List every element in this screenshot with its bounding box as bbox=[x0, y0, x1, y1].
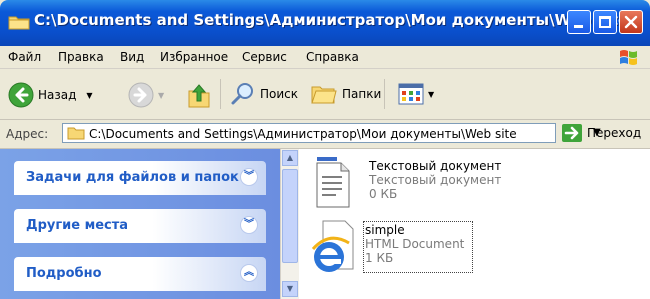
file-name: simple bbox=[365, 223, 405, 237]
address-bar: Адрес: C:\Documents and Settings\Админис… bbox=[0, 120, 650, 149]
address-input[interactable]: C:\Documents and Settings\Администратор\… bbox=[62, 123, 601, 143]
search-label: Поиск bbox=[260, 87, 299, 101]
task-pane: Задачи для файлов и папок ︾ Другие места… bbox=[0, 149, 280, 299]
chevron-down-icon[interactable]: ︾ bbox=[240, 168, 258, 186]
panel-other-places[interactable]: Другие места ︾ bbox=[14, 209, 266, 243]
close-icon bbox=[624, 15, 638, 29]
scroll-thumb[interactable] bbox=[282, 169, 298, 263]
back-button[interactable]: Назад ▼ bbox=[8, 82, 93, 108]
menu-bar: Файл Правка Вид Избранное Сервис Справка bbox=[0, 46, 650, 69]
views-button[interactable]: ▼ bbox=[398, 83, 434, 105]
scroll-down-icon[interactable]: ▼ bbox=[282, 281, 298, 297]
panel-title: Подробно bbox=[26, 266, 102, 281]
go-label: Переход bbox=[587, 126, 642, 140]
up-folder-icon[interactable] bbox=[186, 81, 212, 109]
internet-explorer-icon bbox=[311, 220, 354, 272]
menu-help[interactable]: Справка bbox=[306, 50, 359, 64]
panel-title: Задачи для файлов и папок bbox=[26, 170, 239, 185]
back-label: Назад bbox=[38, 88, 77, 102]
minimize-icon bbox=[574, 25, 583, 28]
explorer-window: C:\Documents and Settings\Администратор\… bbox=[0, 0, 650, 299]
panel-title: Другие места bbox=[26, 218, 129, 233]
text-document-icon bbox=[316, 157, 350, 208]
vertical-scrollbar[interactable]: ▲ ▼ bbox=[280, 149, 299, 299]
windows-logo-icon bbox=[620, 50, 637, 65]
address-label: Адрес: bbox=[6, 127, 49, 141]
file-size: 0 КБ bbox=[369, 187, 398, 201]
panel-file-tasks[interactable]: Задачи для файлов и папок ︾ bbox=[14, 161, 266, 195]
toolbar-separator bbox=[384, 79, 385, 109]
folders-button[interactable]: Папки bbox=[310, 81, 381, 107]
toolbar: Назад ▼ ▼ Поиск Папки ▼ bbox=[0, 69, 650, 120]
back-arrow-icon bbox=[8, 82, 34, 108]
toolbar-separator bbox=[220, 79, 221, 109]
minimize-button[interactable] bbox=[567, 10, 591, 34]
address-path: C:\Documents and Settings\Администратор\… bbox=[89, 127, 517, 141]
search-icon bbox=[231, 83, 253, 105]
folder-icon bbox=[67, 127, 85, 140]
file-size: 1 КБ bbox=[365, 251, 394, 265]
views-dropdown-icon: ▼ bbox=[428, 89, 435, 99]
maximize-button[interactable] bbox=[593, 10, 617, 34]
menu-view[interactable]: Вид bbox=[120, 50, 144, 64]
menu-favorites[interactable]: Избранное bbox=[160, 50, 228, 64]
folders-icon bbox=[311, 86, 337, 104]
menu-edit[interactable]: Правка bbox=[58, 50, 104, 64]
close-button[interactable] bbox=[619, 10, 643, 34]
chevron-down-icon[interactable]: ︾ bbox=[240, 216, 258, 234]
file-list: Текстовый документ Текстовый документ 0 … bbox=[299, 149, 650, 299]
forward-arrow-icon bbox=[128, 82, 154, 108]
search-button[interactable]: Поиск bbox=[230, 81, 298, 107]
file-type: Текстовый документ bbox=[369, 173, 502, 187]
go-button[interactable]: Переход bbox=[562, 124, 641, 142]
file-name: Текстовый документ bbox=[369, 159, 502, 173]
folder-icon bbox=[8, 16, 30, 30]
window-title: C:\Documents and Settings\Администратор\… bbox=[34, 11, 629, 29]
folders-label: Папки bbox=[342, 87, 382, 101]
forward-dropdown-icon[interactable]: ▼ bbox=[158, 91, 164, 100]
menu-tools[interactable]: Сервис bbox=[242, 50, 287, 64]
title-bar[interactable]: C:\Documents and Settings\Администратор\… bbox=[0, 0, 650, 46]
forward-button[interactable]: ▼ bbox=[128, 82, 164, 108]
go-arrow-icon bbox=[562, 124, 582, 142]
maximize-icon bbox=[599, 16, 611, 28]
scroll-up-icon[interactable]: ▲ bbox=[282, 150, 298, 166]
panel-details[interactable]: Подробно ︽ bbox=[14, 257, 266, 291]
views-icon bbox=[398, 83, 424, 105]
back-dropdown-icon[interactable]: ▼ bbox=[86, 91, 92, 100]
file-type: HTML Document bbox=[365, 237, 465, 251]
menu-file[interactable]: Файл bbox=[8, 50, 41, 64]
chevron-up-icon[interactable]: ︽ bbox=[240, 264, 258, 282]
